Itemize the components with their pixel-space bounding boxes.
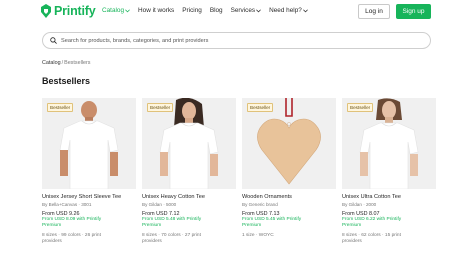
product-title[interactable]: Unisex Heavy Cotton Tee xyxy=(142,194,236,201)
bestseller-badge: Bestseller xyxy=(147,103,174,112)
nav-how-it-works-label: How it works xyxy=(138,7,175,14)
product-card[interactable]: Bestseller Unisex Ultra Cotton Tee By Gi… xyxy=(342,98,436,258)
breadcrumb-catalog[interactable]: Catalog xyxy=(42,60,61,66)
nav-services[interactable]: Services xyxy=(231,7,262,14)
product-card[interactable]: Bestseller Unisex Jersey Short Sleeve Te… xyxy=(42,98,136,258)
login-button[interactable]: Log in xyxy=(358,4,390,19)
product-meta-cont: providers xyxy=(342,239,362,244)
product-card[interactable]: Bestseller Unisex Heavy Cotton Tee By Gi… xyxy=(142,98,236,258)
page-title: Bestsellers xyxy=(42,76,91,86)
product-meta-cont: providers xyxy=(42,239,62,244)
signup-button[interactable]: Sign up xyxy=(396,4,431,19)
nav-catalog[interactable]: Catalog xyxy=(102,7,130,14)
bestseller-badge: Bestseller xyxy=(347,103,374,112)
search-input[interactable] xyxy=(61,37,421,44)
top-header: Printify Catalog How it works Pricing Bl… xyxy=(0,0,474,26)
product-meta-cont: providers xyxy=(142,239,162,244)
nav-how-it-works[interactable]: How it works xyxy=(138,7,174,14)
chevron-down-icon xyxy=(256,8,261,12)
product-image[interactable]: Bestseller xyxy=(242,98,336,189)
product-image[interactable]: Bestseller xyxy=(42,98,136,189)
breadcrumb: Catalog / Bestsellers xyxy=(42,60,90,66)
nav-need-help-label: Need help? xyxy=(269,7,302,14)
product-brand: By Gildan · 5000 xyxy=(142,202,177,207)
breadcrumb-current: Bestsellers xyxy=(64,60,91,66)
premium-label: Premium xyxy=(142,223,162,228)
printify-logo[interactable]: Printify xyxy=(41,4,96,18)
bestseller-badge: Bestseller xyxy=(247,103,274,112)
product-title[interactable]: Unisex Ultra Cotton Tee xyxy=(342,194,436,201)
premium-label: Premium xyxy=(342,223,362,228)
product-grid: Bestseller Unisex Jersey Short Sleeve Te… xyxy=(42,98,436,258)
product-brand: By Gildan · 2000 xyxy=(342,202,377,207)
product-image[interactable]: Bestseller xyxy=(142,98,236,189)
product-brand: By Bella+Canvas · 3001 xyxy=(42,202,92,207)
nav-pricing[interactable]: Pricing xyxy=(182,7,202,14)
breadcrumb-separator: / xyxy=(61,60,64,66)
nav-pricing-label: Pricing xyxy=(182,7,202,14)
premium-label: Premium xyxy=(242,223,262,228)
nav-catalog-label: Catalog xyxy=(102,7,125,14)
chevron-down-icon xyxy=(125,8,130,12)
printify-logo-icon xyxy=(41,4,51,18)
product-title[interactable]: Wooden Ornaments xyxy=(242,194,336,201)
nav-services-label: Services xyxy=(230,7,256,14)
bestseller-badge: Bestseller xyxy=(47,103,74,112)
product-card[interactable]: Bestseller Wooden Ornaments By Generic b… xyxy=(242,98,336,258)
chevron-down-icon xyxy=(302,8,308,12)
product-title[interactable]: Unisex Jersey Short Sleeve Tee xyxy=(42,194,136,201)
product-image[interactable]: Bestseller xyxy=(342,98,436,189)
product-meta: 1 size · WOYC xyxy=(242,233,274,238)
premium-label: Premium xyxy=(42,223,62,228)
nav-need-help[interactable]: Need help? xyxy=(269,7,308,14)
search-icon xyxy=(50,37,57,44)
brand-name: Printify xyxy=(54,4,96,18)
product-brand: By Generic brand xyxy=(242,202,278,207)
main-nav: Catalog How it works Pricing Blog Servic… xyxy=(102,7,316,14)
search-bar[interactable] xyxy=(42,32,431,49)
nav-blog[interactable]: Blog xyxy=(210,7,223,14)
nav-blog-label: Blog xyxy=(209,7,223,14)
